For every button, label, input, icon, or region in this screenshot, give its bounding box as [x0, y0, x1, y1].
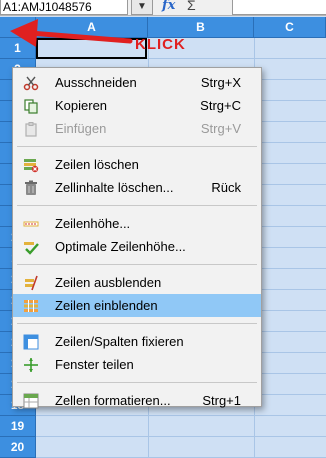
menu-item-label: Zellinhalte löschen... [55, 180, 174, 195]
menu-item-label: Zeilen/Spalten fixieren [55, 334, 184, 349]
name-box[interactable]: A1:AMJ1048576 [0, 0, 128, 15]
column-header-c[interactable]: C [254, 17, 326, 38]
optimal-row-height-icon [24, 242, 39, 255]
context-menu: Ausschneiden Strg+X Kopieren Strg+C Einf… [12, 67, 262, 409]
menu-item-shortcut: Strg+X [200, 75, 241, 90]
menu-separator [17, 323, 257, 324]
annotation-label: KLICK [135, 36, 186, 53]
menu-item-split-window[interactable]: Fenster teilen [13, 353, 261, 376]
menu-item-label: Zeilen löschen [55, 157, 139, 172]
grid-line [36, 415, 326, 416]
row-height-icon [23, 221, 39, 227]
menu-item-show-rows[interactable]: Zeilen einblenden [13, 294, 261, 317]
menu-item-label: Optimale Zeilenhöhe... [55, 239, 186, 254]
trash-icon [25, 180, 37, 195]
menu-separator [17, 264, 257, 265]
menu-item-label: Zeilenhöhe... [55, 216, 131, 231]
scissors-icon [23, 76, 39, 91]
menu-separator [17, 205, 257, 206]
menu-item-paste[interactable]: Einfügen Strg+V [13, 117, 261, 140]
freeze-panes-icon [23, 334, 39, 350]
chevron-down-icon: ▼ [137, 0, 147, 12]
grid-line [36, 436, 326, 437]
menu-item-hide-rows[interactable]: Zeilen ausblenden [13, 271, 261, 294]
menu-item-format-cells[interactable]: Zellen formatieren... Strg+1 [13, 389, 261, 412]
split-window-icon [24, 358, 38, 372]
menu-item-label: Kopieren [55, 98, 108, 113]
formula-bar: A1:AMJ1048576 ▼ fx Σ [0, 0, 326, 16]
menu-item-row-height[interactable]: Zeilenhöhe... [13, 212, 261, 235]
menu-item-freeze-panes[interactable]: Zeilen/Spalten fixieren [13, 330, 261, 353]
format-cells-icon [23, 393, 39, 409]
select-all-corner[interactable] [0, 17, 36, 38]
menu-item-shortcut: Strg+1 [202, 393, 241, 408]
row-header-1[interactable]: 1 [0, 38, 36, 59]
menu-item-label: Zeilen einblenden [55, 298, 158, 313]
menu-separator [17, 382, 257, 383]
name-box-dropdown-button[interactable]: ▼ [131, 0, 153, 15]
function-wizard-icon[interactable]: fx [162, 0, 175, 13]
menu-item-shortcut: Strg+C [200, 98, 241, 113]
menu-item-delete-rows[interactable]: Zeilen löschen [13, 153, 261, 176]
copy-icon [24, 99, 38, 114]
menu-item-copy[interactable]: Kopieren Strg+C [13, 94, 261, 117]
column-header-b[interactable]: B [148, 17, 254, 38]
paste-icon [25, 122, 37, 137]
formula-input[interactable] [232, 0, 326, 15]
menu-item-label: Ausschneiden [55, 75, 137, 90]
menu-item-optimal-row-height[interactable]: Optimale Zeilenhöhe... [13, 235, 261, 258]
menu-item-label: Fenster teilen [55, 357, 134, 372]
menu-item-shortcut: Rück [211, 180, 241, 195]
row-header-19[interactable]: 19 [0, 416, 36, 437]
menu-item-label: Einfügen [55, 121, 107, 136]
menu-item-clear-contents[interactable]: Zellinhalte löschen... Rück [13, 176, 261, 199]
sum-icon[interactable]: Σ [187, 0, 196, 13]
menu-item-label: Zellen formatieren... [55, 393, 171, 408]
column-header-a[interactable]: A [36, 17, 148, 38]
delete-rows-icon [24, 159, 39, 173]
menu-item-label: Zeilen ausblenden [55, 275, 162, 290]
menu-separator [17, 146, 257, 147]
show-rows-icon [24, 300, 38, 312]
cell-a1[interactable] [36, 38, 147, 59]
row-header-20[interactable]: 20 [0, 437, 36, 458]
menu-item-cut[interactable]: Ausschneiden Strg+X [13, 71, 261, 94]
menu-item-shortcut: Strg+V [200, 121, 241, 136]
hide-rows-icon [25, 275, 38, 291]
